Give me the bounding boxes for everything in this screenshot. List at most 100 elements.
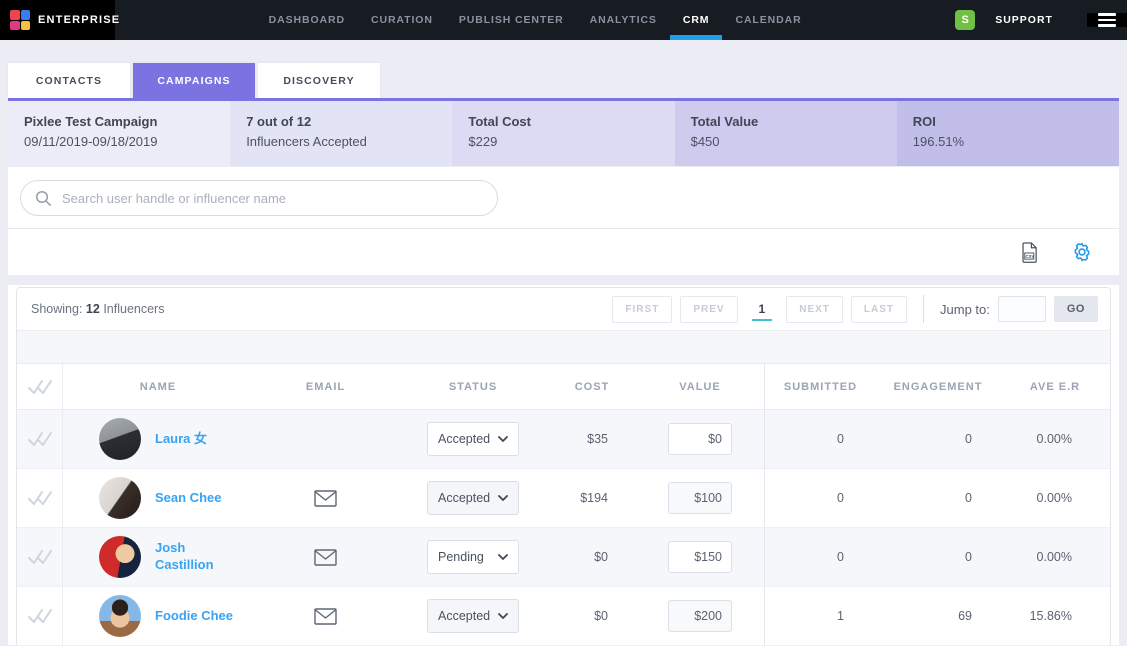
top-navbar: ENTERPRISE DASHBOARD CURATION PUBLISH CE… (0, 0, 1127, 40)
pagination-last-button[interactable]: LAST (851, 296, 907, 323)
engagement-value: 69 (876, 609, 1000, 623)
table-controls: Showing: 12 Influencers FIRST PREV 1 NEX… (17, 288, 1110, 331)
col-header-name: NAME (63, 381, 253, 393)
status-dropdown[interactable]: Pending (427, 540, 519, 574)
stat-total-cost: Total Cost $229 (452, 101, 674, 166)
brand-name: ENTERPRISE (38, 14, 120, 26)
row-select-check[interactable] (17, 528, 63, 586)
nav-item-analytics[interactable]: ANALYTICS (577, 0, 670, 40)
pagination-current-page[interactable]: 1 (752, 297, 773, 321)
ave-er-value: 0.00% (1000, 550, 1110, 564)
ave-er-value: 15.86% (1000, 609, 1110, 623)
col-header-value: VALUE (636, 381, 764, 393)
nav-item-publish-center[interactable]: PUBLISH CENTER (446, 0, 577, 40)
cost-value: $0 (548, 609, 636, 623)
jump-to-label: Jump to: (940, 302, 990, 317)
nav-item-crm[interactable]: CRM (670, 0, 723, 40)
email-icon[interactable] (314, 608, 337, 625)
pagination-prev-button[interactable]: PREV (680, 296, 737, 323)
search-input[interactable] (62, 191, 483, 206)
search-bar[interactable] (20, 180, 498, 216)
value-input[interactable]: $150 (668, 541, 732, 573)
cost-value: $194 (548, 491, 636, 505)
campaign-stats-bar: Pixlee Test Campaign 09/11/2019-09/18/20… (8, 101, 1119, 166)
influencer-avatar[interactable] (99, 595, 141, 637)
tab-discovery[interactable]: DISCOVERY (258, 63, 380, 98)
submitted-value: 0 (764, 410, 876, 468)
influencer-table-card: Showing: 12 Influencers FIRST PREV 1 NEX… (8, 285, 1119, 645)
brand-logo-block[interactable]: ENTERPRISE (0, 0, 115, 40)
table-row: Foodie Chee Accepted $0 $200 1 69 15.8 (17, 587, 1110, 646)
col-header-ave-er: AVE E.R (1000, 381, 1110, 393)
status-dropdown[interactable]: Accepted (427, 599, 519, 633)
table-body: Laura 女 Accepted $35 $0 0 0 0.00% (17, 410, 1110, 646)
select-all-check[interactable] (17, 364, 63, 409)
showing-count: Showing: 12 Influencers (31, 302, 164, 316)
status-dropdown[interactable]: Accepted (427, 422, 519, 456)
col-header-cost: COST (548, 381, 636, 393)
jump-to-input[interactable] (998, 296, 1046, 322)
support-link[interactable]: SUPPORT (995, 14, 1053, 26)
row-select-check[interactable] (17, 587, 63, 645)
influencer-name-link[interactable]: Laura 女 (155, 431, 207, 448)
search-icon (35, 190, 52, 207)
value-input[interactable]: $0 (668, 423, 732, 455)
status-dropdown[interactable]: Accepted (427, 481, 519, 515)
table-row: Sean Chee Accepted $194 $100 0 0 0.00% (17, 469, 1110, 528)
tab-contacts[interactable]: CONTACTS (8, 63, 130, 98)
influencer-avatar[interactable] (99, 477, 141, 519)
chevron-down-icon (498, 613, 508, 619)
influencer-name-link[interactable]: Foodie Chee (155, 608, 233, 625)
submitted-value: 0 (764, 469, 876, 527)
svg-text:CSV: CSV (1026, 253, 1035, 258)
go-button[interactable]: GO (1054, 296, 1098, 322)
table-toolbar-strip (17, 331, 1110, 364)
col-header-status: STATUS (398, 381, 548, 393)
search-card: CSV (8, 167, 1119, 275)
engagement-value: 0 (876, 491, 1000, 505)
pagination: FIRST PREV 1 NEXT LAST Jump to: GO (612, 295, 1098, 323)
nav-item-calendar[interactable]: CALENDAR (722, 0, 814, 40)
email-icon[interactable] (314, 490, 337, 507)
table-row: Josh Castillion Pending $0 $150 0 0 0. (17, 528, 1110, 587)
influencer-avatar[interactable] (99, 418, 141, 460)
stat-campaign-dates: 09/11/2019-09/18/2019 (24, 134, 214, 149)
hamburger-menu-icon[interactable] (1087, 13, 1127, 27)
col-header-engagement: ENGAGEMENT (876, 381, 1000, 393)
stat-accepted: 7 out of 12 Influencers Accepted (230, 101, 452, 166)
stat-campaign-name: Pixlee Test Campaign 09/11/2019-09/18/20… (8, 101, 230, 166)
engagement-value: 0 (876, 550, 1000, 564)
tab-campaigns[interactable]: CAMPAIGNS (133, 63, 255, 98)
table-header: NAME EMAIL STATUS COST VALUE SUBMITTED E… (17, 364, 1110, 410)
cost-value: $0 (548, 550, 636, 564)
nav-item-dashboard[interactable]: DASHBOARD (256, 0, 358, 40)
row-select-check[interactable] (17, 410, 63, 468)
settings-icon[interactable] (1071, 241, 1093, 263)
chevron-down-icon (498, 554, 508, 560)
email-icon[interactable] (314, 549, 337, 566)
col-header-email: EMAIL (253, 381, 398, 393)
pagination-next-button[interactable]: NEXT (786, 296, 843, 323)
value-input[interactable]: $100 (668, 482, 732, 514)
csv-export-icon[interactable]: CSV (1020, 242, 1039, 263)
value-input[interactable]: $200 (668, 600, 732, 632)
table-row: Laura 女 Accepted $35 $0 0 0 0.00% (17, 410, 1110, 469)
pagination-first-button[interactable]: FIRST (612, 296, 672, 323)
nav-item-curation[interactable]: CURATION (358, 0, 446, 40)
ave-er-value: 0.00% (1000, 432, 1110, 446)
stat-roi: ROI 196.51% (897, 101, 1119, 166)
stat-total-value: Total Value $450 (675, 101, 897, 166)
plan-badge[interactable]: S (955, 10, 975, 30)
ave-er-value: 0.00% (1000, 491, 1110, 505)
submitted-value: 1 (764, 587, 876, 645)
influencer-name-link[interactable]: Josh Castillion (155, 540, 241, 574)
nav-menu: DASHBOARD CURATION PUBLISH CENTER ANALYT… (256, 0, 815, 40)
chevron-down-icon (498, 436, 508, 442)
engagement-value: 0 (876, 432, 1000, 446)
nav-right-group: S SUPPORT (955, 0, 1127, 40)
influencer-name-link[interactable]: Sean Chee (155, 490, 221, 507)
submitted-value: 0 (764, 528, 876, 586)
col-header-submitted: SUBMITTED (764, 364, 876, 409)
row-select-check[interactable] (17, 469, 63, 527)
influencer-avatar[interactable] (99, 536, 141, 578)
